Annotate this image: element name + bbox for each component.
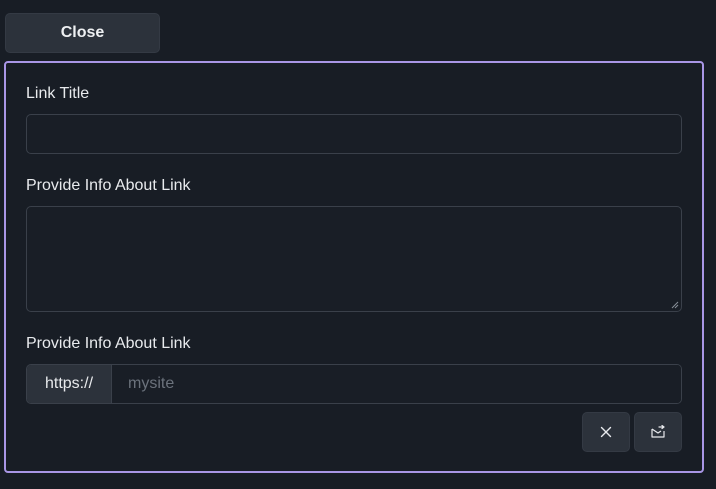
link-title-label: Link Title xyxy=(26,85,90,102)
link-form-panel: Link Title Provide Info About Link Provi… xyxy=(4,61,704,473)
url-input[interactable] xyxy=(112,365,681,403)
send-mail-icon xyxy=(651,425,665,438)
link-title-input[interactable] xyxy=(26,114,682,154)
submit-button[interactable] xyxy=(634,412,682,452)
link-info-label: Provide Info About Link xyxy=(26,177,191,194)
close-x-icon xyxy=(600,426,612,438)
url-input-group: https:// xyxy=(26,364,682,404)
link-url-label: Provide Info About Link xyxy=(26,335,191,352)
cancel-button[interactable] xyxy=(582,412,630,452)
link-info-textarea[interactable] xyxy=(26,206,682,312)
close-button[interactable]: Close xyxy=(5,13,160,53)
resize-grip-icon[interactable] xyxy=(671,301,679,309)
url-prefix: https:// xyxy=(27,365,112,403)
